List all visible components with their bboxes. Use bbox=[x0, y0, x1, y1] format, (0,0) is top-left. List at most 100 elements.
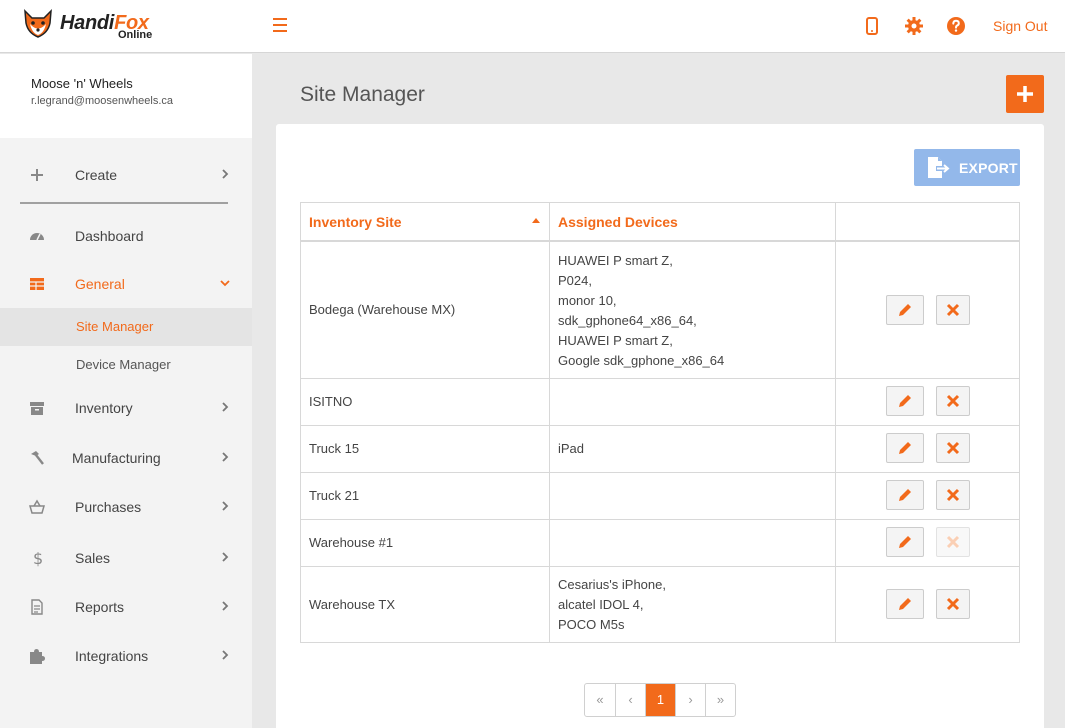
chevron-right-icon bbox=[222, 402, 229, 412]
sites-table: Inventory Site Assigned Devices Bodega (… bbox=[300, 202, 1020, 643]
site-name: ISITNO bbox=[309, 394, 353, 409]
delete-button[interactable] bbox=[936, 433, 970, 463]
sidebar-item-label: Sales bbox=[75, 550, 111, 566]
delete-button[interactable] bbox=[936, 295, 970, 325]
chevron-right-icon bbox=[222, 169, 229, 179]
edit-button[interactable] bbox=[886, 433, 924, 463]
edit-button[interactable] bbox=[886, 295, 924, 325]
sidebar-item-label: Inventory bbox=[75, 400, 133, 416]
sidebar-subitem-label: Site Manager bbox=[76, 319, 154, 334]
sidebar-item-reports[interactable]: Reports bbox=[0, 587, 252, 627]
cell-site: Truck 15 bbox=[301, 426, 550, 472]
export-button-label: EXPORT bbox=[959, 160, 1018, 176]
sidebar-item-label: Create bbox=[75, 167, 118, 183]
sidebar-divider bbox=[20, 202, 228, 204]
hammer-icon bbox=[31, 451, 44, 465]
table-row: Warehouse #1 bbox=[301, 519, 1019, 566]
cell-site: Bodega (Warehouse MX) bbox=[301, 242, 550, 378]
sign-out-link[interactable]: Sign Out bbox=[993, 18, 1047, 34]
delete-button[interactable] bbox=[936, 386, 970, 416]
close-icon bbox=[946, 394, 960, 408]
cell-actions bbox=[836, 473, 1019, 519]
top-bar: HandiFox Online Sign Out bbox=[0, 0, 1065, 53]
box-icon bbox=[30, 402, 44, 415]
device-name: Cesarius's iPhone, bbox=[558, 577, 666, 592]
page-title: Site Manager bbox=[300, 83, 425, 106]
mobile-device-icon[interactable] bbox=[862, 16, 882, 36]
handifox-logo[interactable]: HandiFox Online bbox=[22, 9, 162, 43]
sort-ascending-icon bbox=[532, 218, 540, 223]
edit-button[interactable] bbox=[886, 527, 924, 557]
device-name: Google sdk_gphone_x86_64 bbox=[558, 353, 725, 368]
cell-devices bbox=[550, 473, 836, 519]
page-prev-button[interactable]: ‹ bbox=[615, 684, 645, 716]
table-header-row: Inventory Site Assigned Devices bbox=[301, 203, 1019, 241]
chevron-right-icon bbox=[222, 650, 229, 660]
sidebar-item-sales[interactable]: $ Sales bbox=[0, 538, 252, 578]
pencil-icon bbox=[899, 489, 911, 501]
sidebar-item-integrations[interactable]: Integrations bbox=[0, 636, 252, 676]
plus-icon bbox=[1017, 86, 1033, 102]
export-file-icon bbox=[928, 157, 950, 178]
device-name: HUAWEI P smart Z, bbox=[558, 333, 673, 348]
gear-icon[interactable] bbox=[904, 16, 924, 36]
sidebar-item-create[interactable]: Create bbox=[0, 155, 252, 195]
cell-devices: Cesarius's iPhone, alcatel IDOL 4, POCO … bbox=[550, 567, 836, 642]
help-icon[interactable] bbox=[946, 16, 966, 36]
page-last-button[interactable]: » bbox=[705, 684, 735, 716]
site-name: Bodega (Warehouse MX) bbox=[309, 302, 456, 317]
sidebar-item-manufacturing[interactable]: Manufacturing bbox=[0, 438, 252, 478]
header-label: Inventory Site bbox=[309, 214, 402, 230]
header-inventory-site[interactable]: Inventory Site bbox=[301, 203, 550, 240]
chevron-right-icon bbox=[222, 501, 229, 511]
table-row: Bodega (Warehouse MX) HUAWEI P smart Z, … bbox=[301, 241, 1019, 378]
sidebar-item-dashboard[interactable]: Dashboard bbox=[0, 216, 252, 256]
sidebar-subitem-site-manager[interactable]: Site Manager bbox=[0, 308, 252, 346]
sidebar-subitem-label: Device Manager bbox=[76, 357, 171, 372]
close-icon bbox=[946, 303, 960, 317]
page-current-button[interactable]: 1 bbox=[645, 684, 675, 716]
logo-text-handi: Handi bbox=[60, 12, 115, 34]
cell-devices: iPad bbox=[550, 426, 836, 472]
header-assigned-devices[interactable]: Assigned Devices bbox=[550, 203, 836, 240]
delete-button[interactable] bbox=[936, 589, 970, 619]
close-icon bbox=[946, 488, 960, 502]
chevron-right-icon bbox=[222, 552, 229, 562]
sidebar-subitem-device-manager[interactable]: Device Manager bbox=[0, 346, 252, 384]
sidebar-item-label: Reports bbox=[75, 599, 125, 615]
page-first-button[interactable]: « bbox=[585, 684, 615, 716]
pencil-icon bbox=[899, 304, 911, 316]
cell-actions bbox=[836, 520, 1019, 566]
device-name: POCO M5s bbox=[558, 617, 625, 632]
add-site-button[interactable] bbox=[1006, 75, 1044, 113]
dashboard-icon bbox=[30, 233, 44, 241]
sidebar-item-inventory[interactable]: Inventory bbox=[0, 388, 252, 428]
header-actions bbox=[836, 203, 1019, 240]
close-icon bbox=[946, 441, 960, 455]
plus-icon bbox=[31, 169, 43, 181]
sidebar-item-general[interactable]: General bbox=[0, 264, 252, 304]
cell-site: Warehouse #1 bbox=[301, 520, 550, 566]
sidebar-item-label: Purchases bbox=[75, 499, 142, 515]
page-next-button[interactable]: › bbox=[675, 684, 705, 716]
chevron-right-icon bbox=[222, 601, 229, 611]
device-name: HUAWEI P smart Z, bbox=[558, 253, 673, 268]
export-button[interactable]: EXPORT bbox=[914, 149, 1020, 186]
edit-button[interactable] bbox=[886, 386, 924, 416]
edit-button[interactable] bbox=[886, 589, 924, 619]
site-name: Warehouse TX bbox=[309, 597, 395, 612]
sidebar-item-purchases[interactable]: Purchases bbox=[0, 487, 252, 527]
device-list: Cesarius's iPhone, alcatel IDOL 4, POCO … bbox=[558, 575, 666, 635]
cell-actions bbox=[836, 242, 1019, 378]
cell-devices bbox=[550, 520, 836, 566]
cell-site: Warehouse TX bbox=[301, 567, 550, 642]
dollar-icon: $ bbox=[33, 549, 43, 567]
sidebar-item-label: Dashboard bbox=[75, 228, 144, 244]
edit-button[interactable] bbox=[886, 480, 924, 510]
delete-button[interactable] bbox=[936, 480, 970, 510]
user-email: r.legrand@moosenwheels.ca bbox=[31, 95, 174, 107]
cell-actions bbox=[836, 567, 1019, 642]
sidebar-item-label: General bbox=[75, 276, 125, 292]
sidebar-item-label: Integrations bbox=[75, 648, 149, 664]
menu-icon[interactable] bbox=[270, 14, 290, 38]
